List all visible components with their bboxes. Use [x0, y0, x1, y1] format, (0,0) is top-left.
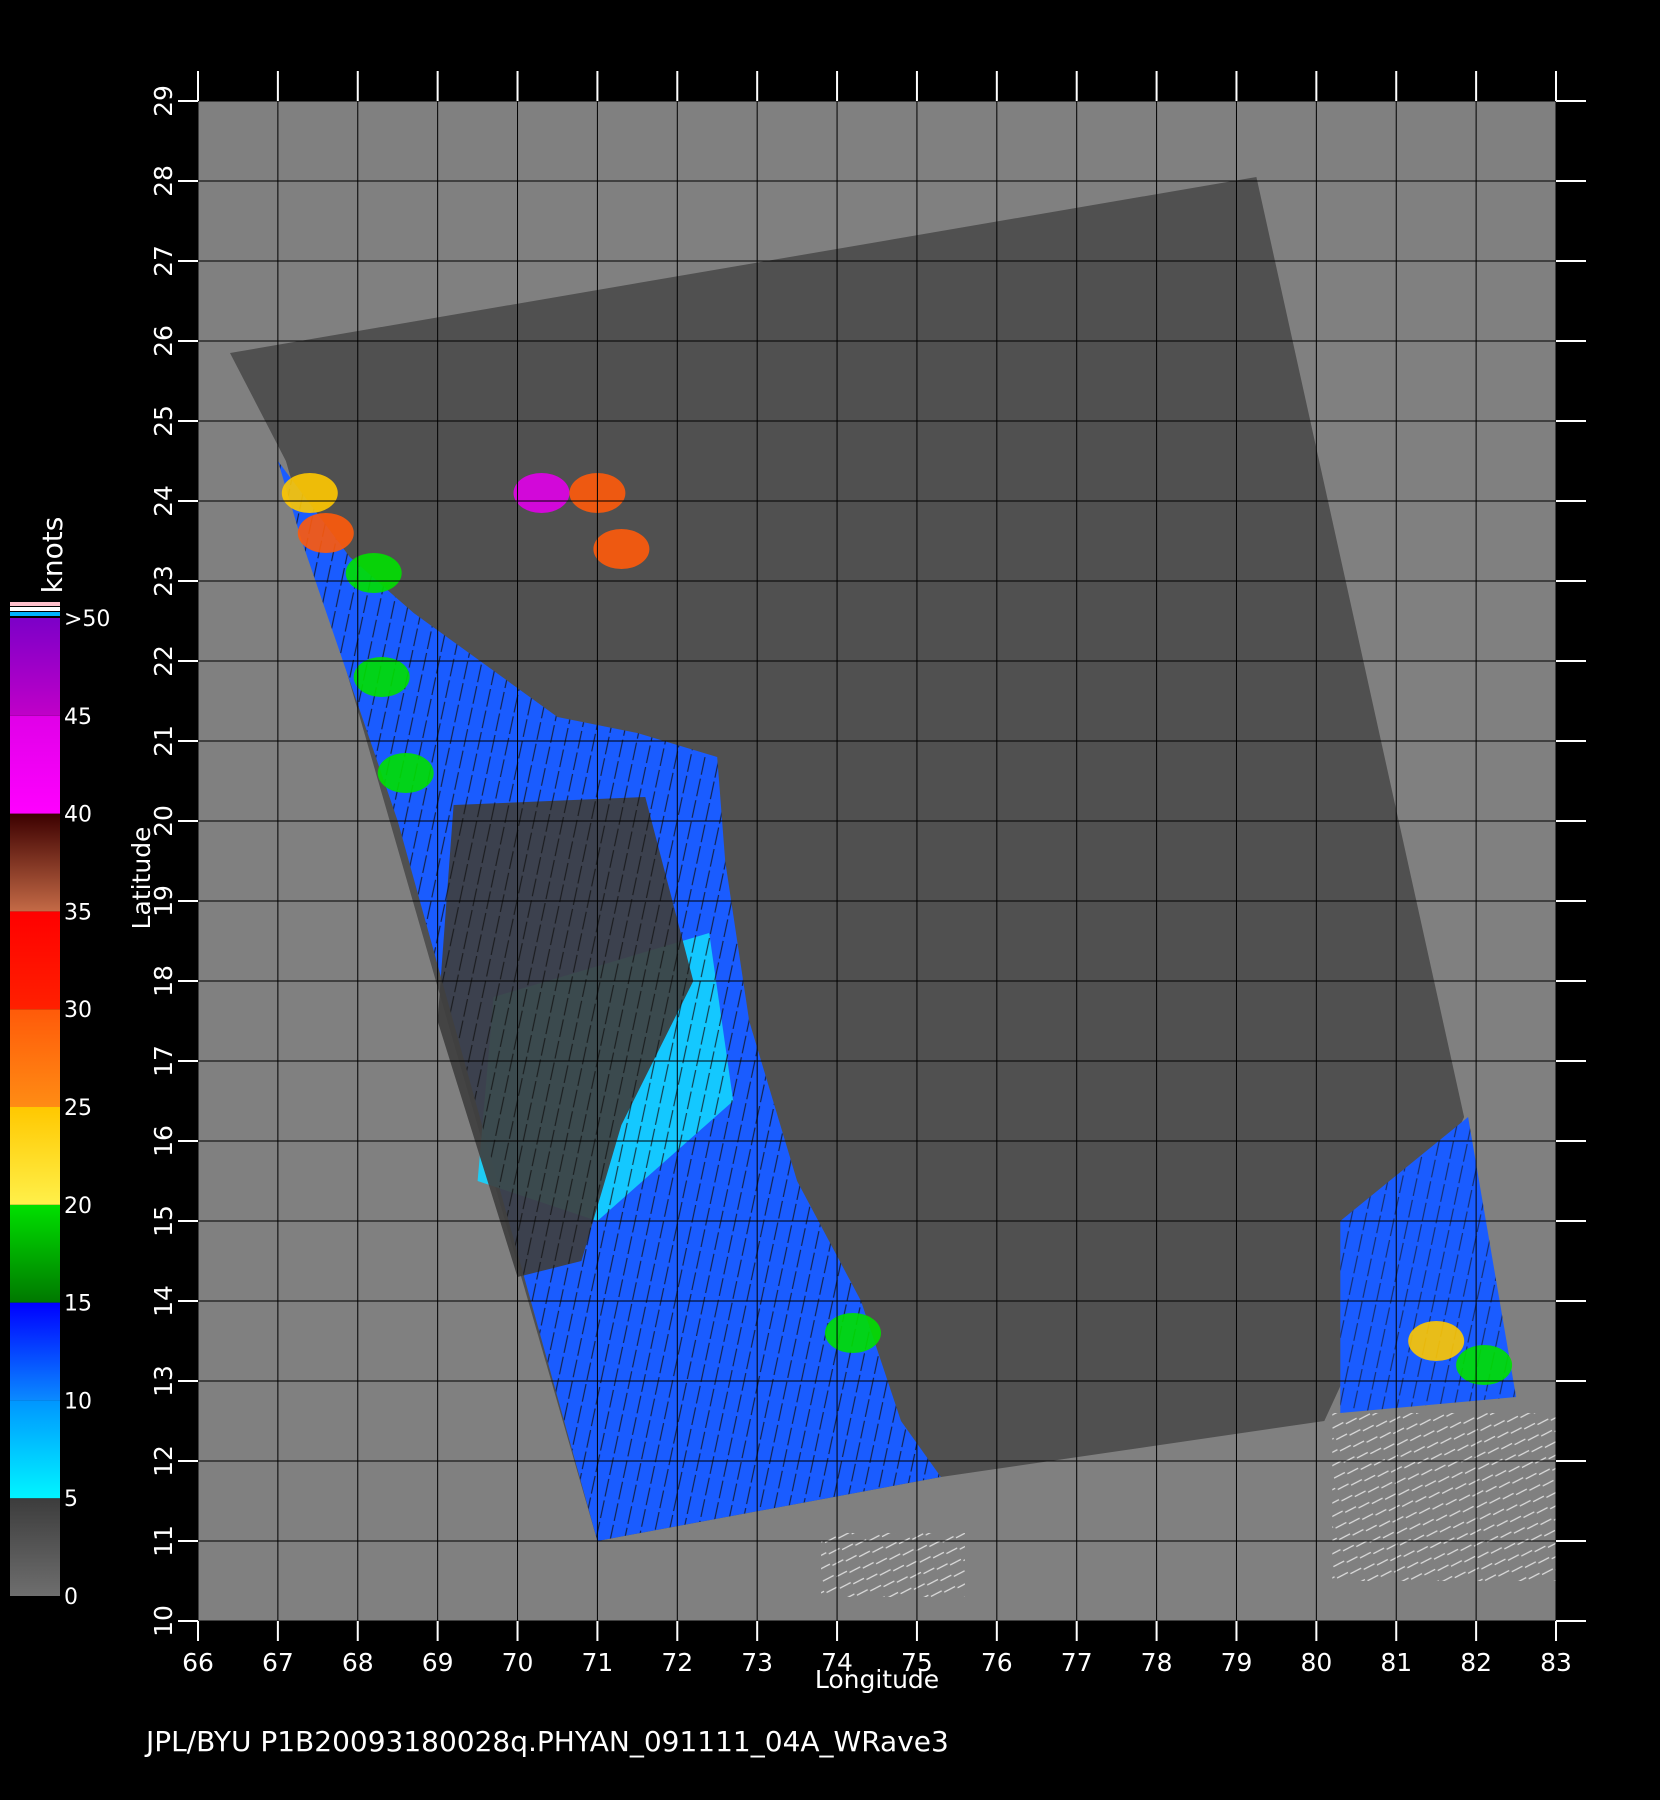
x-tick-label-80: 80 — [1300, 1648, 1332, 1677]
speed-patch-3 — [353, 657, 410, 697]
colorbar-label-10: >50 — [64, 607, 110, 632]
colorbar-label-8: 40 — [64, 803, 92, 828]
y-tick-label-15: 15 — [149, 1205, 178, 1237]
colorbar-label-6: 30 — [64, 998, 92, 1023]
footer-caption: JPL/BYU P1B20093180028q.PHYAN_091111_04A… — [144, 1725, 949, 1758]
colorbar-label-7: 35 — [64, 900, 92, 925]
y-tick-label-29: 29 — [149, 85, 178, 117]
colorbar-label-9: 45 — [64, 705, 92, 730]
colorbar-cap-white — [10, 607, 60, 611]
y-tick-label-28: 28 — [149, 165, 178, 197]
x-tick-label-82: 82 — [1460, 1648, 1492, 1677]
y-tick-label-14: 14 — [149, 1285, 178, 1317]
x-axis-title: Longitude — [815, 1665, 939, 1694]
wind-speed-map: 66 67 68 69 70 71 72 73 74 75 76 77 78 79 80 81 82 831011… — [10, 71, 1586, 1758]
y-tick-label-23: 23 — [149, 565, 178, 597]
x-tick-label-77: 77 — [1061, 1648, 1093, 1677]
y-axis-title: Latitude — [127, 827, 156, 930]
speed-patch-8 — [825, 1313, 881, 1353]
y-tick-label-22: 22 — [149, 645, 178, 677]
y-tick-label-10: 10 — [149, 1605, 178, 1637]
colorbar-label-1: 5 — [64, 1487, 78, 1512]
x-tick-label-68: 68 — [342, 1648, 374, 1677]
speed-patch-4 — [377, 753, 434, 793]
speed-patch-1 — [281, 473, 338, 513]
speed-patch-0 — [297, 513, 354, 553]
x-tick-label-66: 66 — [182, 1648, 214, 1677]
y-tick-label-18: 18 — [149, 965, 178, 997]
colorbar-segment-45-50 — [10, 618, 60, 716]
colorbar: 0 5 10 15 20 25 30 35 40 45 >50 — [10, 602, 110, 1610]
colorbar-unit: knots — [36, 517, 69, 594]
speed-patch-2 — [345, 553, 402, 593]
colorbar-label-5: 25 — [64, 1096, 92, 1121]
colorbar-label-3: 15 — [64, 1292, 92, 1317]
x-tick-label-79: 79 — [1221, 1648, 1253, 1677]
wind-vectors-south-bengal — [1332, 1413, 1556, 1581]
y-tick-label-21: 21 — [149, 725, 178, 757]
colorbar-label-0: 0 — [64, 1585, 78, 1610]
y-tick-label-17: 17 — [149, 1045, 178, 1077]
y-tick-label-13: 13 — [149, 1365, 178, 1397]
y-tick-label-25: 25 — [149, 405, 178, 437]
colorbar-segment-20-25 — [10, 1107, 60, 1205]
y-tick-label-24: 24 — [149, 485, 178, 517]
speed-patch-9 — [1408, 1321, 1465, 1361]
colorbar-segment-25-30 — [10, 1009, 60, 1107]
x-tick-label-78: 78 — [1141, 1648, 1173, 1677]
x-tick-label-73: 73 — [741, 1648, 773, 1677]
colorbar-cap-pink — [10, 602, 60, 606]
speed-patch-5 — [513, 473, 570, 513]
colorbar-segment-35-40 — [10, 813, 60, 912]
colorbar-cap-cyan — [10, 612, 60, 616]
wind-vectors-south-arabian — [821, 1533, 965, 1597]
speed-patch-7 — [593, 529, 650, 569]
x-tick-label-83: 83 — [1540, 1648, 1572, 1677]
x-tick-label-72: 72 — [661, 1648, 693, 1677]
y-tick-label-12: 12 — [149, 1445, 178, 1477]
colorbar-label-2: 10 — [64, 1389, 92, 1414]
x-tick-label-71: 71 — [582, 1648, 614, 1677]
speed-patch-10 — [1456, 1345, 1513, 1385]
colorbar-segment-5-10 — [10, 1400, 60, 1499]
x-tick-label-67: 67 — [262, 1648, 294, 1677]
x-tick-label-70: 70 — [502, 1648, 534, 1677]
y-tick-label-26: 26 — [149, 325, 178, 357]
x-tick-label-76: 76 — [981, 1648, 1013, 1677]
y-tick-label-16: 16 — [149, 1125, 178, 1157]
colorbar-segment-30-35 — [10, 911, 60, 1010]
colorbar-segment-10-15 — [10, 1302, 60, 1401]
x-tick-label-81: 81 — [1380, 1648, 1412, 1677]
colorbar-segment-40-45 — [10, 715, 60, 814]
x-tick-label-69: 69 — [422, 1648, 454, 1677]
colorbar-segment-0-5 — [10, 1498, 60, 1596]
colorbar-label-4: 20 — [64, 1194, 92, 1219]
y-tick-label-27: 27 — [149, 245, 178, 277]
colorbar-segment-15-20 — [10, 1204, 60, 1303]
y-tick-label-11: 11 — [149, 1525, 178, 1557]
